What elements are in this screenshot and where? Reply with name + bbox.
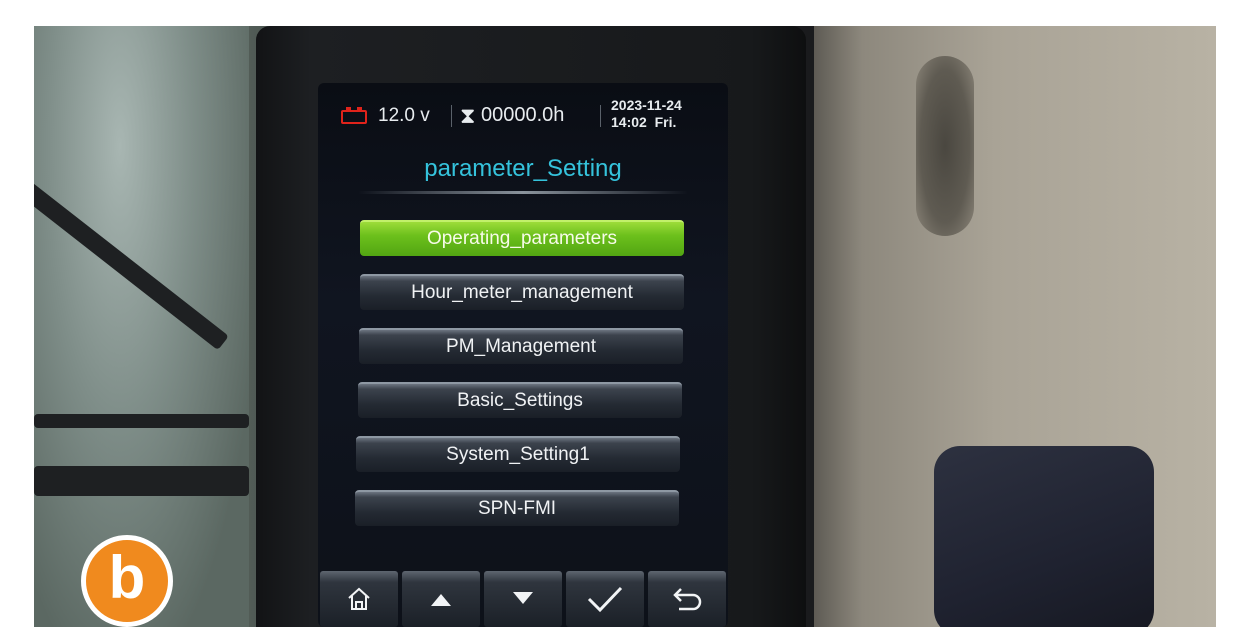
- title-divider: [358, 191, 688, 194]
- up-arrow-icon: [431, 594, 451, 606]
- down-button[interactable]: [484, 571, 562, 627]
- display-screen: 12.0 v ⧗ 00000.0h 2023-11-24 14:02 Fri. …: [318, 83, 728, 627]
- soft-key-bar: [318, 571, 728, 627]
- hourglass-icon: ⧗: [460, 103, 476, 128]
- confirm-button[interactable]: [566, 571, 644, 627]
- menu-item-spn-fmi[interactable]: SPN-FMI: [355, 490, 679, 526]
- up-button[interactable]: [402, 571, 480, 627]
- menu-item-operating-parameters[interactable]: Operating_parameters: [360, 220, 684, 256]
- down-arrow-icon: [513, 592, 533, 604]
- menu-item-basic-settings[interactable]: Basic_Settings: [358, 382, 682, 418]
- window-frame-horizontal-lower: [34, 466, 249, 496]
- menu-item-system-setting1[interactable]: System_Setting1: [356, 436, 680, 472]
- panel-knob: [934, 446, 1154, 627]
- check-icon: [587, 586, 623, 613]
- panel-mount-hole: [916, 56, 974, 236]
- date: 2023-11-24: [611, 97, 682, 113]
- divider: [451, 105, 452, 127]
- date-time: 2023-11-24 14:02 Fri.: [611, 97, 682, 131]
- hour-meter: 00000.0h: [481, 104, 565, 126]
- battery-voltage: 12.0 v: [378, 105, 430, 126]
- home-button[interactable]: [320, 571, 398, 627]
- back-button[interactable]: [648, 571, 726, 627]
- figure-label: b: [108, 544, 146, 611]
- time-day: 14:02 Fri.: [611, 114, 677, 130]
- page-title: parameter_Setting: [424, 155, 622, 182]
- divider: [600, 105, 601, 127]
- figure-label-badge: b: [81, 535, 173, 627]
- battery-icon: [341, 107, 367, 124]
- window-frame-horizontal: [34, 414, 249, 428]
- home-icon: [348, 587, 370, 610]
- menu-item-pm-management[interactable]: PM_Management: [359, 328, 683, 364]
- back-icon: [673, 588, 702, 611]
- menu-item-hour-meter-management[interactable]: Hour_meter_management: [360, 274, 684, 310]
- status-bar: 12.0 v ⧗ 00000.0h 2023-11-24 14:02 Fri.: [318, 83, 728, 141]
